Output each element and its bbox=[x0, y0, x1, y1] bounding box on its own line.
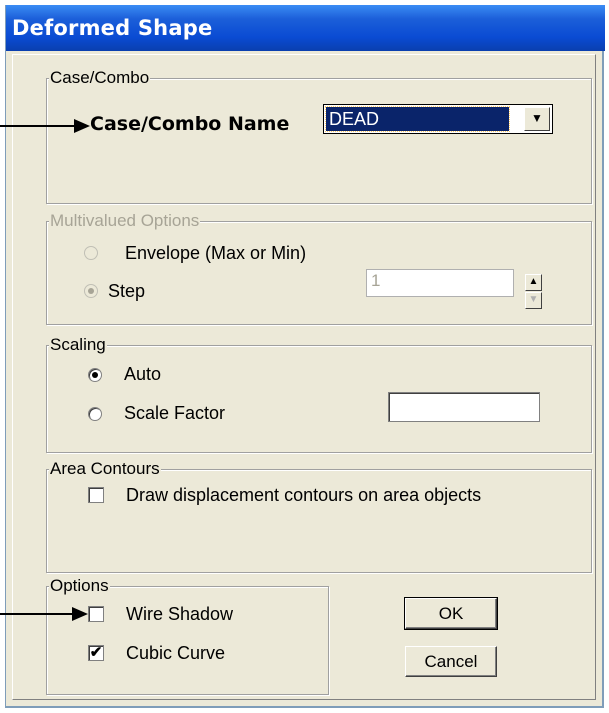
cubic-curve-label: Cubic Curve bbox=[126, 643, 226, 663]
radio-selected-dot bbox=[92, 372, 98, 378]
auto-label: Auto bbox=[124, 364, 162, 384]
radio-selected-dot bbox=[88, 288, 94, 294]
cancel-button[interactable]: Cancel bbox=[405, 646, 497, 677]
cubic-curve-checkbox[interactable]: ✔ bbox=[88, 645, 104, 661]
draw-contours-checkbox[interactable] bbox=[88, 487, 104, 503]
wire-shadow-label: Wire Shadow bbox=[126, 604, 234, 624]
auto-radio[interactable] bbox=[88, 368, 102, 382]
ok-button[interactable]: OK bbox=[404, 597, 498, 630]
step-label: Step bbox=[108, 281, 146, 301]
scale-factor-input[interactable] bbox=[388, 392, 540, 422]
annotation-arrow-icon bbox=[72, 607, 88, 621]
wire-shadow-checkbox[interactable] bbox=[88, 606, 104, 622]
envelope-label: Envelope (Max or Min) bbox=[125, 243, 307, 263]
annotation-arrow-line bbox=[0, 613, 74, 615]
options-group-label: Options bbox=[49, 576, 110, 596]
draw-contours-label: Draw displacement contours on area objec… bbox=[126, 485, 482, 505]
case-combo-group: Case/Combo bbox=[46, 68, 592, 204]
annotation-arrow-icon bbox=[74, 119, 90, 133]
envelope-radio[interactable] bbox=[84, 246, 98, 260]
dropdown-arrow-icon[interactable]: ▼ bbox=[524, 107, 550, 131]
spin-up-icon[interactable]: ▲ bbox=[525, 274, 542, 291]
scale-factor-label: Scale Factor bbox=[124, 403, 226, 423]
scale-factor-radio[interactable] bbox=[88, 407, 102, 421]
spin-down-icon[interactable]: ▼ bbox=[525, 292, 542, 309]
case-combo-selected-value: DEAD bbox=[325, 106, 510, 132]
case-combo-name-dropdown[interactable]: DEAD ▼ bbox=[323, 104, 553, 134]
scaling-group-label: Scaling bbox=[49, 335, 107, 355]
multivalued-options-group-label: Multivalued Options bbox=[49, 211, 201, 231]
step-input[interactable]: 1 bbox=[366, 269, 514, 297]
step-radio[interactable] bbox=[84, 284, 98, 298]
window-title[interactable]: Deformed Shape bbox=[6, 5, 605, 51]
area-contours-group-label: Area Contours bbox=[49, 459, 161, 479]
case-combo-group-label: Case/Combo bbox=[49, 68, 151, 88]
annotation-arrow-line bbox=[0, 125, 76, 127]
case-combo-name-label: Case/Combo Name bbox=[90, 113, 290, 135]
